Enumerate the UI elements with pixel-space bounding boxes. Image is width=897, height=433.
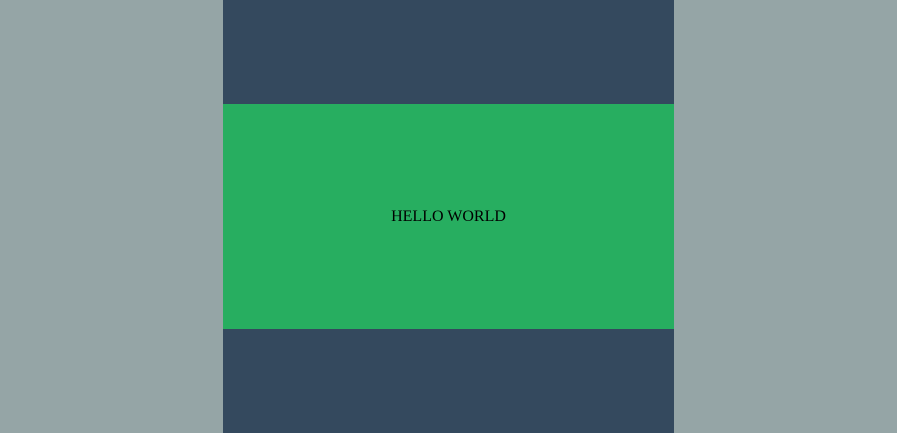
bottom-band bbox=[223, 329, 674, 433]
center-column: HELLO WORLD bbox=[223, 0, 674, 433]
hello-text: HELLO WORLD bbox=[391, 207, 506, 225]
left-sidebar-area bbox=[0, 0, 223, 433]
page: { "main": { "text": "HELLO WORLD" }, "co… bbox=[0, 0, 897, 433]
right-sidebar-area bbox=[674, 0, 897, 433]
top-band bbox=[223, 0, 674, 104]
middle-band: HELLO WORLD bbox=[223, 104, 674, 329]
